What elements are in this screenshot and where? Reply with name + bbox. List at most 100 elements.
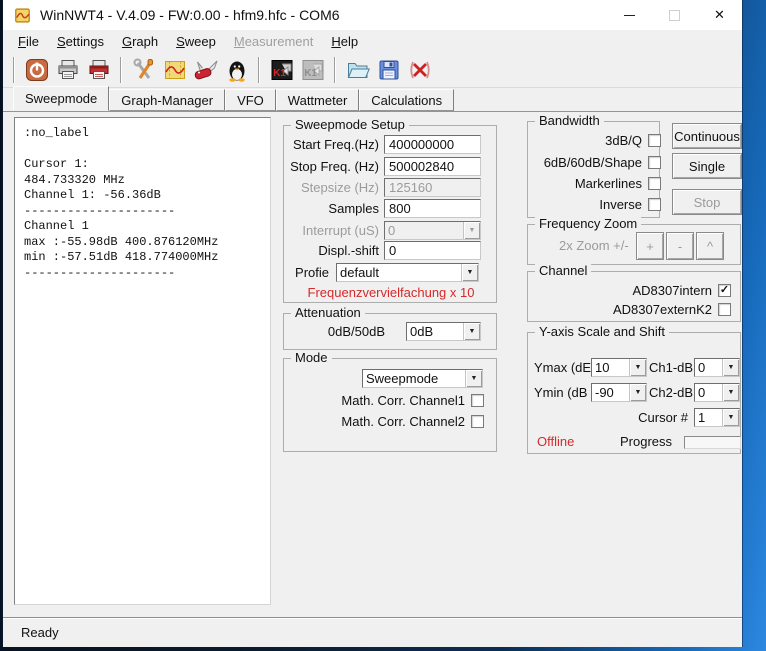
interrupt-value: 0 [385,222,463,239]
math-corr-channel1-checkbox[interactable] [471,394,484,407]
minimize-icon [624,15,635,16]
tab-wattmeter[interactable]: Wattmeter [276,89,359,111]
app-icon [14,7,31,24]
menu-measurement[interactable]: Measurement [225,32,323,51]
mode-select[interactable]: Sweepmode▼ [362,369,483,388]
info-line: 484.733320 MHz [24,173,261,189]
info-line [24,142,261,158]
progress-label: Progress [620,434,672,449]
graph-settings-icon[interactable] [160,55,189,84]
attenuation-value: 0dB [407,323,463,340]
minimize-button[interactable] [607,0,652,30]
toolbar-separator [120,57,122,83]
info-line: Channel 1: -56.36dB [24,188,261,204]
continuous-button[interactable]: Continuous [672,123,742,149]
math-corr-channel2-checkbox[interactable] [471,415,484,428]
info-line: --------------------- [24,204,261,220]
single-button[interactable]: Single [672,153,742,179]
ch1-db-value: 0 [695,359,722,376]
offline-status: Offline [537,434,574,449]
zoom-out-button[interactable]: - [666,232,694,260]
ymin-label: Ymin (dB [534,385,587,400]
ymax-label: Ymax (dE [534,360,591,375]
exit-icon[interactable] [22,55,51,84]
tab-bar: Sweepmode Graph-Manager VFO Wattmeter Ca… [3,87,742,112]
stop-button[interactable]: Stop [672,189,742,215]
menu-bar: File Settings Graph Sweep Measurement He… [3,30,742,52]
ch1-db-select[interactable]: 0▼ [694,358,740,377]
open-file-icon[interactable] [343,55,372,84]
displ-shift-input[interactable]: 0 [384,241,481,260]
chevron-down-icon: ▼ [722,359,739,376]
status-bar: Ready [3,617,742,647]
ad8307externk2-checkbox[interactable] [718,303,731,316]
print-icon[interactable] [53,55,82,84]
linux-tux-icon[interactable] [222,55,251,84]
group-title: Bandwidth [535,113,604,128]
inverse-checkbox[interactable] [648,198,661,211]
save-file-icon[interactable] [374,55,403,84]
attenuation-select[interactable]: 0dB▼ [406,322,481,341]
info-line: min :-57.51dB 418.774000MHz [24,250,261,266]
ch2-db-select[interactable]: 0▼ [694,383,740,402]
tab-vfo[interactable]: VFO [225,89,276,111]
menu-help-accel: H [331,34,340,49]
menu-help[interactable]: Help [322,32,367,51]
maximize-button[interactable] [652,0,697,30]
profile-select[interactable]: default▼ [336,263,479,282]
markerlines-checkbox[interactable] [648,177,661,190]
menu-graph[interactable]: Graph [113,32,167,51]
menu-file[interactable]: File [9,32,48,51]
mode-group: Mode Sweepmode▼ Math. Corr. Channel1 Mat… [283,358,497,452]
frequency-multiplier-note: Frequenzvervielfachung x 10 [284,285,498,300]
menu-measurement-accel: M [234,34,245,49]
tab-sweepmode[interactable]: Sweepmode [13,86,109,111]
print-color-icon[interactable] [84,55,113,84]
math-corr-channel2-label: Math. Corr. Channel2 [341,414,465,429]
ymin-select[interactable]: -90▼ [591,383,647,402]
menu-settings[interactable]: Settings [48,32,113,51]
mode-value: Sweepmode [363,370,465,387]
bandwidth-3db-label: 3dB/Q [605,133,642,148]
math-corr-channel1-label: Math. Corr. Channel1 [341,393,465,408]
cursor-number-select[interactable]: 1▼ [694,408,740,427]
channel-group: Channel AD8307intern AD8307externK2 [527,271,741,322]
stop-freq-input[interactable]: 500002840 [384,157,481,176]
group-title: Mode [291,350,332,365]
ymax-select[interactable]: 10▼ [591,358,647,377]
k1-calibration-disabled-icon[interactable]: K1 [298,55,327,84]
window-controls: ✕ [607,0,742,30]
yaxis-group: Y-axis Scale and Shift Ymax (dE 10▼ Ch1-… [527,332,741,454]
chevron-down-icon: ▼ [629,359,646,376]
samples-label: Samples [328,201,379,216]
bandwidth-6db-checkbox[interactable] [648,156,661,169]
attenuation-group: Attenuation 0dB/50dB 0dB▼ [283,313,497,350]
ymin-value: -90 [592,384,629,401]
zoom-in-button[interactable]: + [636,232,664,260]
start-freq-input[interactable]: 400000000 [384,135,481,154]
close-button[interactable]: ✕ [697,0,742,30]
cursor-info-panel[interactable]: :no_label Cursor 1: 484.733320 MHz Chann… [14,117,271,605]
sweepmode-setup-group: Sweepmode Setup Start Freq.(Hz) 40000000… [283,125,497,303]
interrupt-select: 0▼ [384,221,481,240]
bandwidth-3db-checkbox[interactable] [648,134,661,147]
toolbar-separator [13,57,15,83]
k1-calibration-icon[interactable]: K1 [267,55,296,84]
stepsize-label: Stepsize (Hz) [301,180,379,195]
profile-label: Profie [295,265,329,280]
group-title: Y-axis Scale and Shift [535,324,669,339]
zoom-up-button[interactable]: ^ [696,232,724,260]
samples-input[interactable]: 800 [384,199,481,218]
info-line: Channel 1 [24,219,261,235]
svg-text:K1: K1 [273,68,286,79]
menu-graph-label: raph [132,34,158,49]
tab-calculations[interactable]: Calculations [359,89,454,111]
cursor-number-label: Cursor # [631,410,688,425]
menu-sweep[interactable]: Sweep [167,32,225,51]
tools-settings-icon[interactable] [129,55,158,84]
clear-markers-icon[interactable] [405,55,434,84]
tab-graph-manager[interactable]: Graph-Manager [109,89,225,111]
maximize-icon [669,10,680,21]
ad8307intern-checkbox[interactable] [718,284,731,297]
swiss-knife-icon[interactable] [191,55,220,84]
